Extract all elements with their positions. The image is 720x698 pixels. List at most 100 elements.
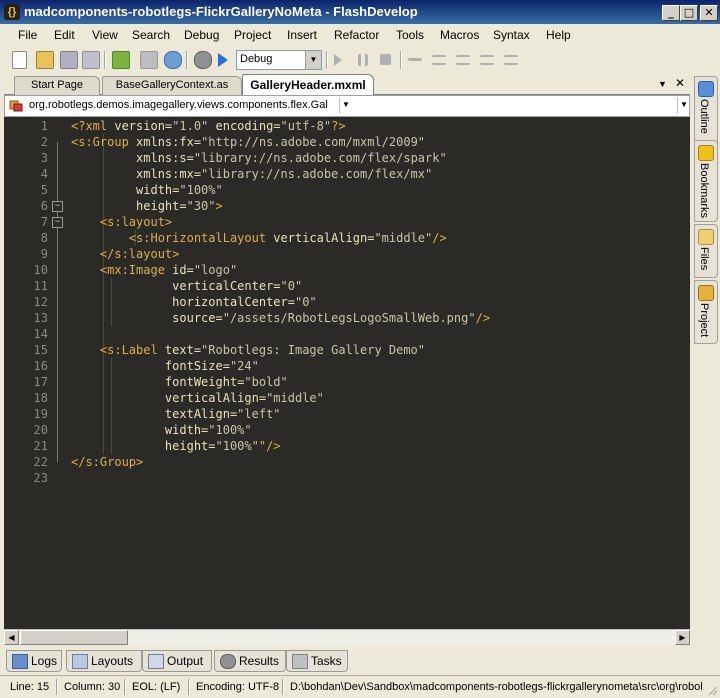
code-token: "/> [258, 439, 281, 453]
side-tab-outline[interactable]: Outline [694, 76, 718, 148]
bottom-tab-logs[interactable]: Logs [6, 650, 62, 672]
menu-refactor[interactable]: Refactor [334, 28, 379, 42]
code-token: "utf-8" [280, 119, 332, 133]
outdent-icon[interactable] [480, 55, 494, 65]
menu-bar: File Edit View Search Debug Project Inse… [0, 25, 720, 45]
menu-edit[interactable]: Edit [54, 28, 75, 42]
indent-icon[interactable] [504, 55, 518, 65]
code-line[interactable]: width="100%" [71, 422, 252, 438]
side-panel-tabs: Outline Bookmarks Files Project [694, 74, 718, 674]
code-line[interactable]: textAlign="left" [71, 406, 281, 422]
step-out-icon[interactable] [456, 55, 470, 65]
test-movie-icon[interactable] [140, 51, 158, 69]
class-icon [9, 100, 23, 112]
fold-toggle-icon[interactable]: − [52, 201, 63, 212]
save-icon[interactable] [60, 51, 78, 69]
code-line[interactable]: verticalCenter="0" [71, 278, 302, 294]
maximize-button[interactable]: □ [680, 5, 698, 21]
code-line[interactable]: verticalAlign="middle" [71, 390, 324, 406]
code-token: "/assets/RobotLegsLogoSmallWeb.png" [222, 311, 476, 325]
run-icon[interactable] [218, 53, 228, 67]
bottom-tab-output[interactable]: Output [142, 650, 212, 672]
menu-syntax[interactable]: Syntax [493, 28, 530, 42]
code-line[interactable]: width="100%" [71, 182, 223, 198]
line-number: 19 [33, 407, 48, 421]
side-tab-project[interactable]: Project [694, 280, 718, 344]
member-path-bar[interactable]: org.robotlegs.demos.imagegallery.views.c… [4, 95, 690, 117]
horizontal-scrollbar[interactable]: ◀ ▶ [4, 629, 690, 645]
menu-debug[interactable]: Debug [184, 28, 219, 42]
code-line[interactable]: <?xml version="1.0" encoding="utf-8"?> [71, 118, 346, 134]
code-line[interactable]: <s:HorizontalLayout verticalAlign="middl… [71, 230, 447, 246]
line-number: 6 [40, 199, 48, 213]
code-line[interactable]: </s:layout> [71, 246, 179, 262]
status-bar: Line: 15 Column: 30 EOL: (LF) Encoding: … [0, 675, 720, 698]
bottom-tab-results[interactable]: Results [214, 650, 286, 672]
new-file-icon[interactable] [12, 51, 27, 69]
code-line[interactable]: <s:Group xmlns:fx="http://ns.adobe.com/m… [71, 134, 425, 150]
code-token: fontWeight= [71, 375, 245, 389]
close-tab-icon[interactable]: ✕ [675, 76, 685, 90]
minimize-button[interactable]: _ [662, 5, 680, 21]
menu-project[interactable]: Project [234, 28, 271, 42]
tab-list-dropdown-icon[interactable]: ▼ [658, 79, 667, 89]
build-config-select[interactable]: Debug ▼ [236, 50, 322, 70]
code-line[interactable]: fontWeight="bold" [71, 374, 288, 390]
pause-icon[interactable] [358, 54, 368, 66]
code-line[interactable]: <s:Label text="Robotlegs: Image Gallery … [71, 342, 425, 358]
code-line[interactable]: xmlns:mx="library://ns.adobe.com/flex/mx… [71, 166, 432, 182]
menu-insert[interactable]: Insert [287, 28, 317, 42]
line-number: 4 [40, 167, 48, 181]
tab-basegallerycontext[interactable]: BaseGalleryContext.as [102, 76, 242, 95]
flashdevelop-app-icon: {} [4, 4, 20, 20]
code-editor[interactable]: 1 2 3 4 5 6 7 8 9 10 11 12 13 14 15 16 17 18 19 20 21 22 23− − … [4, 117, 690, 629]
side-tab-files[interactable]: Files [694, 224, 718, 278]
fold-toggle-icon[interactable]: − [52, 217, 63, 228]
menu-view[interactable]: View [92, 28, 118, 42]
scroll-left-icon[interactable]: ◀ [4, 630, 19, 645]
side-tab-bookmarks[interactable]: Bookmarks [694, 140, 718, 222]
menu-search[interactable]: Search [132, 28, 170, 42]
code-line[interactable]: horizontalCenter="0" [71, 294, 317, 310]
scrollbar-thumb[interactable] [20, 630, 128, 645]
save-all-icon[interactable] [82, 51, 100, 69]
code-line[interactable]: xmlns:s="library://ns.adobe.com/flex/spa… [71, 150, 447, 166]
step-into-icon[interactable] [432, 55, 446, 65]
build-icon[interactable] [112, 51, 130, 69]
open-icon[interactable] [36, 51, 54, 69]
folder-icon [698, 229, 714, 245]
line-number: 1 [40, 119, 48, 133]
code-token: verticalCenter= [71, 279, 281, 293]
code-line[interactable]: height="100%""/> [71, 438, 281, 454]
code-line[interactable]: <mx:Image id="logo" [71, 262, 237, 278]
continue-icon[interactable] [334, 54, 342, 66]
code-token: horizontalCenter= [71, 295, 295, 309]
chevron-down-icon[interactable]: ▼ [339, 97, 352, 113]
refresh-icon[interactable] [164, 51, 182, 69]
code-line[interactable]: source="/assets/RobotLegsLogoSmallWeb.pn… [71, 310, 490, 326]
menu-macros[interactable]: Macros [440, 28, 479, 42]
tab-galleryheader[interactable]: GalleryHeader.mxml [242, 74, 374, 96]
chevron-down-icon[interactable]: ▼ [305, 51, 321, 69]
settings-icon[interactable] [194, 51, 212, 69]
bottom-tab-tasks[interactable]: Tasks [286, 650, 348, 672]
code-line[interactable]: <s:layout> [71, 214, 172, 230]
chevron-down-icon[interactable]: ▼ [677, 97, 690, 113]
code-line[interactable]: </s:Group> [71, 454, 143, 470]
step-over-icon[interactable] [408, 58, 422, 61]
menu-help[interactable]: Help [546, 28, 571, 42]
close-window-button[interactable]: ✕ [700, 5, 718, 21]
tab-start-page[interactable]: Start Page [14, 76, 100, 95]
code-token: /> [475, 311, 491, 325]
menu-tools[interactable]: Tools [396, 28, 424, 42]
resize-grip-icon[interactable] [706, 684, 718, 696]
bottom-tab-layouts[interactable]: Layouts [66, 650, 142, 672]
status-divider [124, 679, 126, 695]
document-tabs: Start Page BaseGalleryContext.as Gallery… [4, 74, 690, 96]
menu-file[interactable]: File [18, 28, 37, 42]
code-line[interactable]: height="30"> [71, 198, 223, 214]
scroll-right-icon[interactable]: ▶ [675, 630, 690, 645]
code-token: <?xml [71, 119, 115, 133]
stop-icon[interactable] [380, 54, 391, 65]
code-line[interactable]: fontSize="24" [71, 358, 259, 374]
